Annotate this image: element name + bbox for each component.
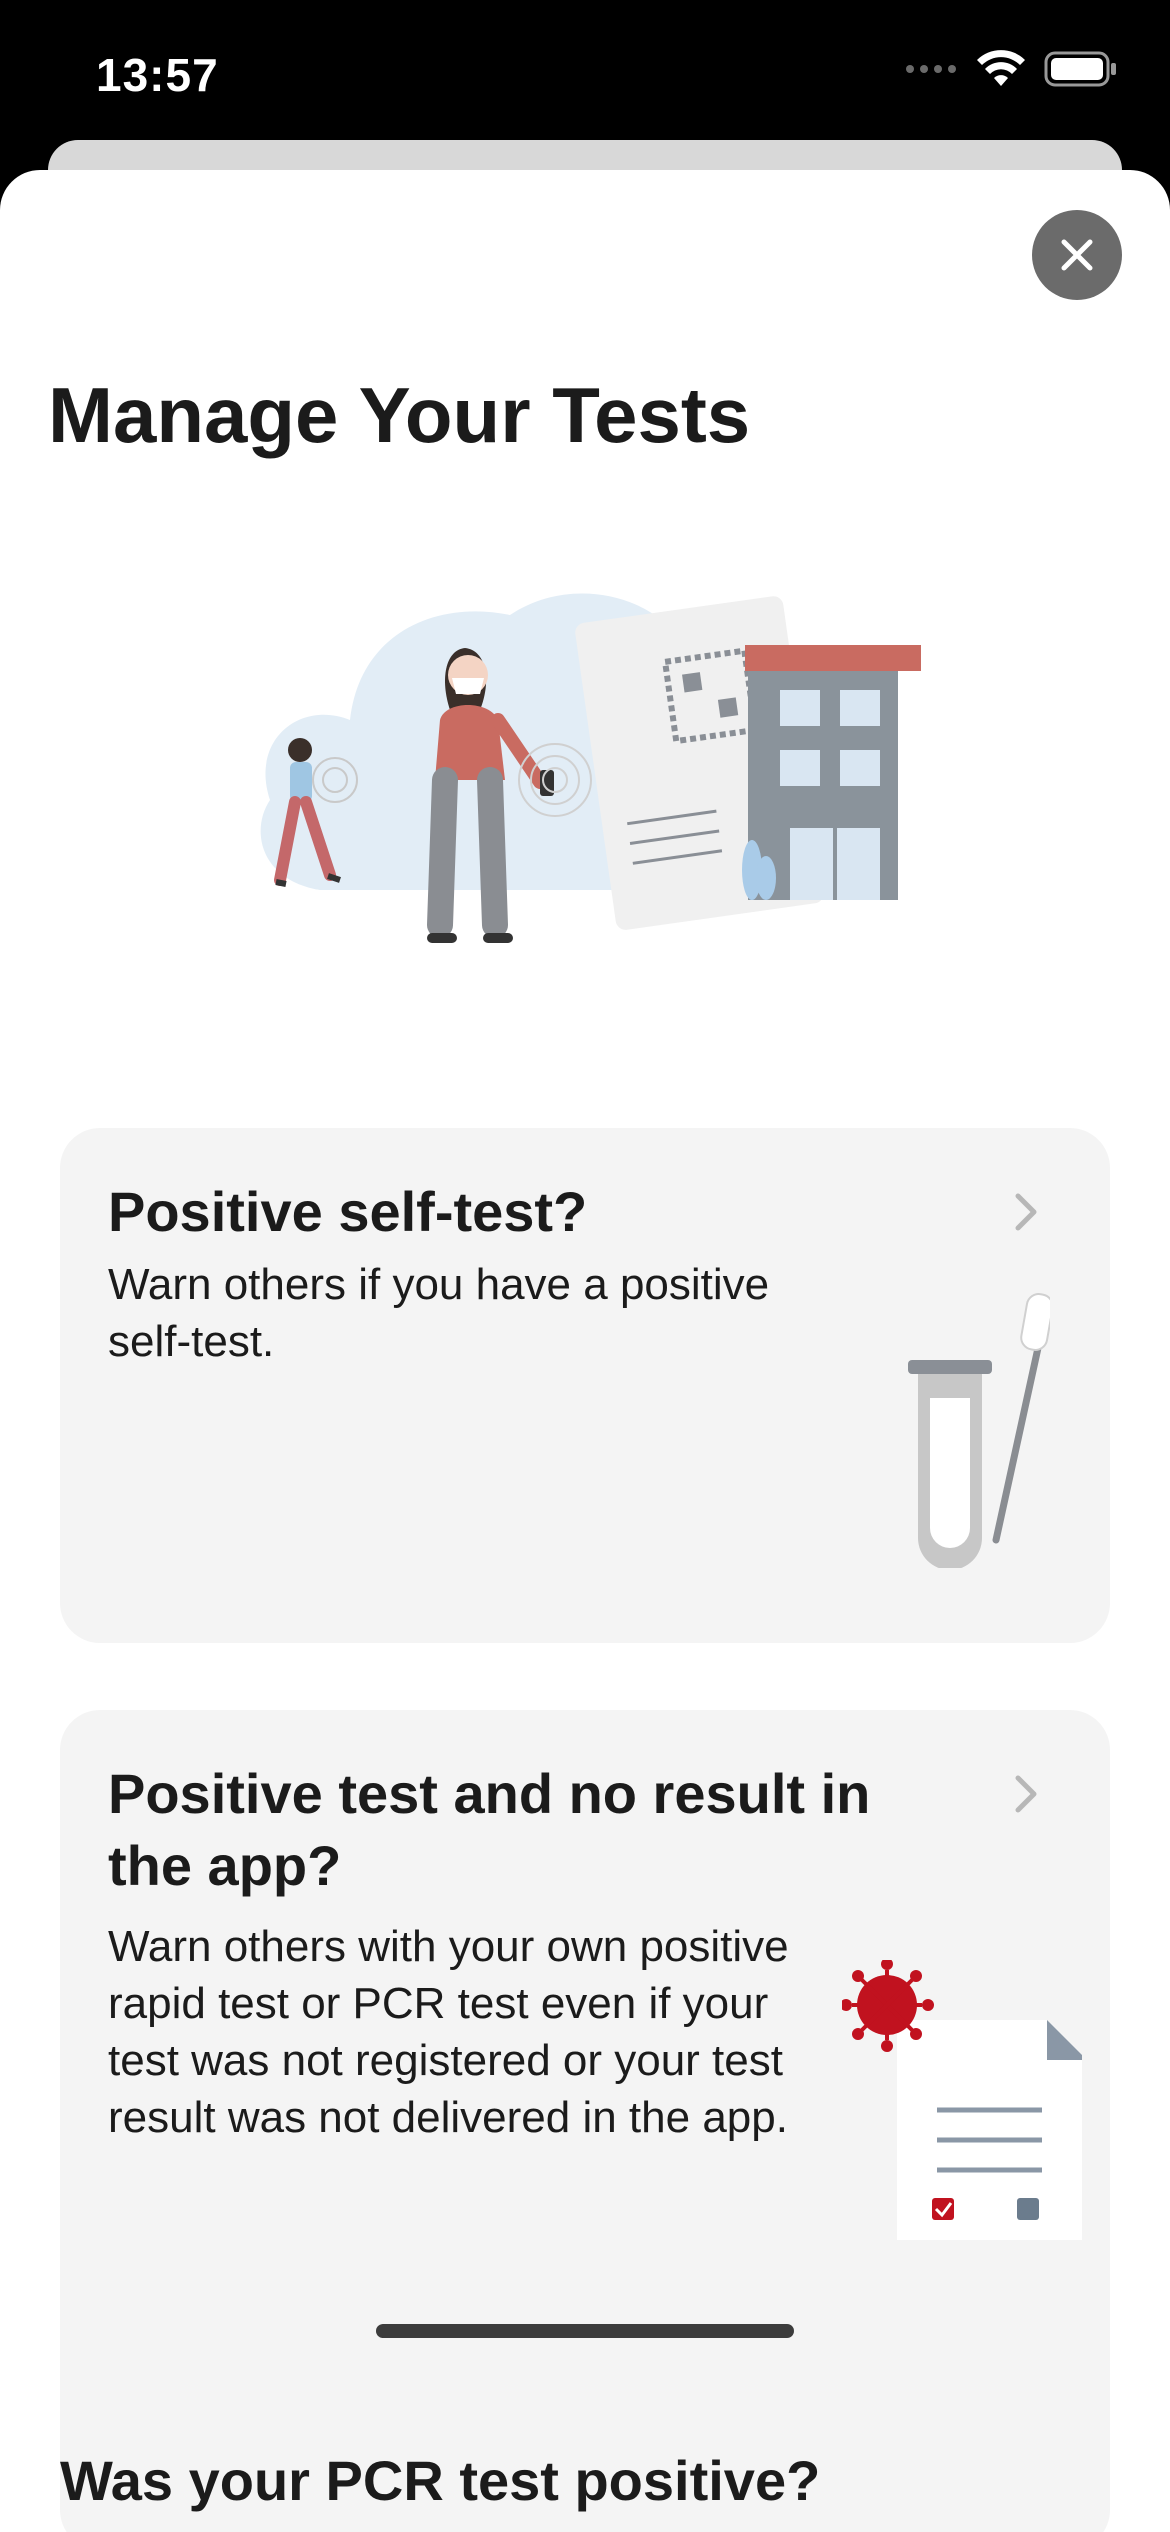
positive-test-no-result-card[interactable]: Positive test and no result in the app? … <box>60 1710 1110 2532</box>
card-title: Positive self-test? <box>108 1180 588 1243</box>
positive-self-test-card[interactable]: Positive self-test? Warn others if you h… <box>60 1128 1110 1643</box>
status-bar: 13:57 <box>0 0 1170 150</box>
card-description: Warn others if you have a positive self-… <box>108 1260 770 1366</box>
chevron-right-icon <box>1015 1193 1037 1231</box>
battery-icon <box>1044 51 1116 87</box>
card-description: Warn others with your own positive rapid… <box>108 1922 789 2142</box>
home-indicator[interactable] <box>376 2324 794 2338</box>
status-time: 13:57 <box>96 49 219 101</box>
manage-tests-sheet: Manage Your Tests Positive self-test? Wa… <box>0 170 1170 2532</box>
test-tube-icon <box>908 1293 1050 1568</box>
wifi-icon <box>977 50 1025 86</box>
cellular-icon <box>906 65 956 73</box>
hero-illustration <box>260 593 921 943</box>
status-icons <box>904 50 1118 88</box>
page-title: Manage Your Tests <box>48 371 751 459</box>
close-icon <box>1061 239 1093 271</box>
chevron-right-icon <box>1015 1775 1037 1813</box>
document-virus-icon <box>842 1960 1082 2240</box>
section-heading: Was your PCR test positive? <box>60 2449 821 2512</box>
close-button[interactable] <box>1032 210 1122 300</box>
card-title: Positive test and no result in the app? <box>108 1762 871 1897</box>
